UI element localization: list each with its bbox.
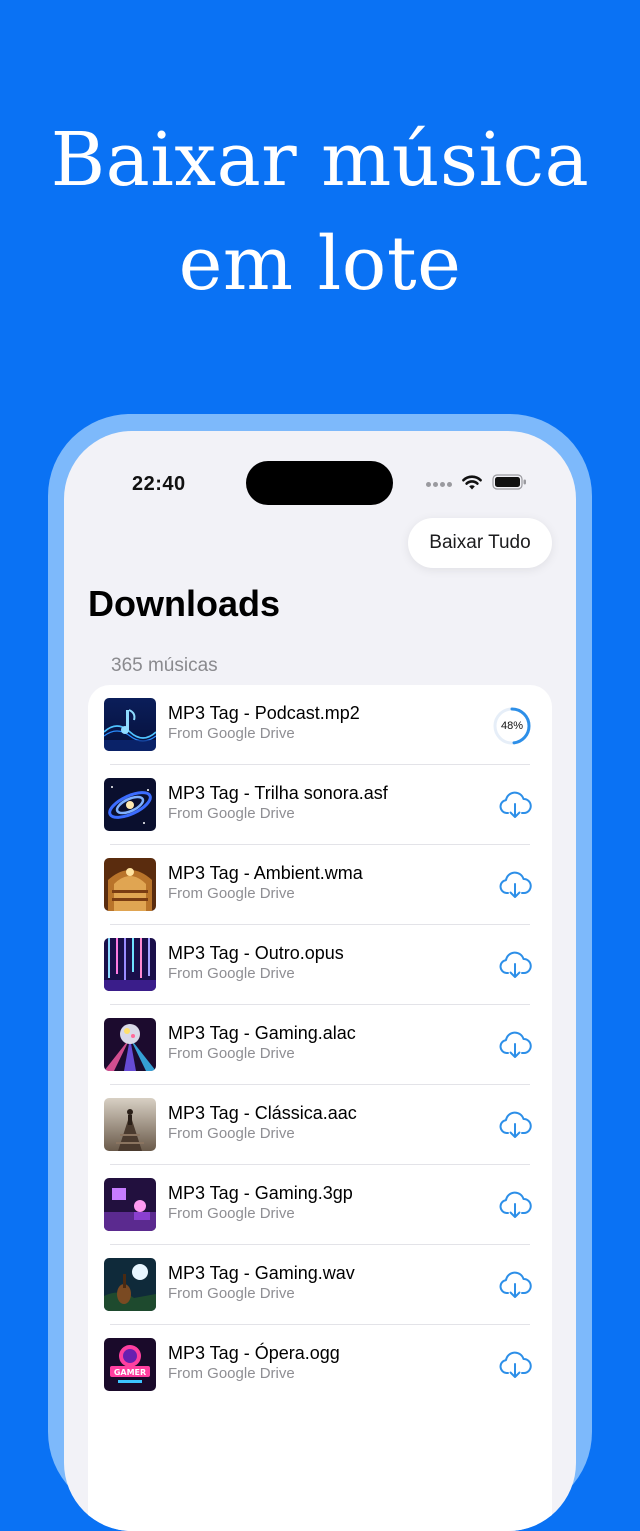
download-source: From Google Drive <box>168 1045 295 1062</box>
download-title: MP3 Tag - Gaming.3gp <box>168 1183 353 1203</box>
download-row[interactable]: MP3 Tag - Gaming.alac From Google Drive <box>88 1005 552 1085</box>
download-all-button[interactable]: Baixar Tudo <box>408 518 552 568</box>
cloud-download-icon[interactable] <box>498 1270 532 1300</box>
phone-frame: 22:40 Baixar Tudo Downloads 365 músicas <box>48 414 592 1531</box>
download-title: MP3 Tag - Trilha sonora.asf <box>168 783 388 803</box>
download-row[interactable]: MP3 Tag - Ambient.wma From Google Drive <box>88 845 552 925</box>
download-source: From Google Drive <box>168 885 295 902</box>
download-row[interactable]: MP3 Tag - Gaming.wav From Google Drive <box>88 1245 552 1325</box>
download-title: MP3 Tag - Ambient.wma <box>168 863 363 883</box>
download-source: From Google Drive <box>168 1205 295 1222</box>
album-thumbnail: GAMER <box>104 1338 156 1391</box>
download-progress-indicator[interactable]: 48% <box>492 703 538 749</box>
music-count-label: 365 músicas <box>111 655 218 676</box>
download-row[interactable]: MP3 Tag - Clássica.aac From Google Drive <box>88 1085 552 1165</box>
cloud-download-icon[interactable] <box>498 1190 532 1220</box>
download-progress-label: 48% <box>500 720 524 732</box>
album-thumbnail <box>104 778 156 831</box>
promo-headline-line-1: Baixar música <box>50 117 590 203</box>
page-title: Downloads <box>88 583 281 624</box>
status-bar-time: 22:40 <box>132 473 186 495</box>
download-row[interactable]: MP3 Tag - Outro.opus From Google Drive <box>88 925 552 1005</box>
download-row[interactable]: MP3 Tag - Podcast.mp2 From Google Drive … <box>88 685 552 765</box>
album-thumbnail <box>104 1098 156 1151</box>
cloud-download-icon[interactable] <box>498 870 532 900</box>
download-source: From Google Drive <box>168 1125 295 1142</box>
downloads-list: MP3 Tag - Podcast.mp2 From Google Drive … <box>88 685 552 1531</box>
promo-headline-line-2: em lote <box>178 221 462 307</box>
download-title: MP3 Tag - Ópera.ogg <box>168 1343 340 1363</box>
wifi-icon <box>462 475 482 490</box>
album-thumbnail <box>104 1258 156 1311</box>
download-source: From Google Drive <box>168 725 295 742</box>
status-bar-icons <box>426 471 536 495</box>
download-row[interactable]: MP3 Tag - Trilha sonora.asf From Google … <box>88 765 552 845</box>
download-title: MP3 Tag - Clássica.aac <box>168 1103 357 1123</box>
download-source: From Google Drive <box>168 965 295 982</box>
download-source: From Google Drive <box>168 805 295 822</box>
phone-screen: 22:40 Baixar Tudo Downloads 365 músicas <box>64 431 576 1531</box>
gamer-logo-text: GAMER <box>114 1368 146 1377</box>
promo-headline: Baixar música em lote <box>0 108 640 316</box>
cloud-download-icon[interactable] <box>498 950 532 980</box>
download-title: MP3 Tag - Gaming.alac <box>168 1023 356 1043</box>
album-thumbnail <box>104 698 156 751</box>
download-source: From Google Drive <box>168 1285 295 1302</box>
download-title: MP3 Tag - Outro.opus <box>168 943 344 963</box>
cloud-download-icon[interactable] <box>498 790 532 820</box>
cloud-download-icon[interactable] <box>498 1110 532 1140</box>
album-thumbnail <box>104 1018 156 1071</box>
download-title: MP3 Tag - Podcast.mp2 <box>168 703 360 723</box>
album-thumbnail <box>104 1178 156 1231</box>
album-thumbnail <box>104 858 156 911</box>
download-row[interactable]: MP3 Tag - Gaming.3gp From Google Drive <box>88 1165 552 1245</box>
download-title: MP3 Tag - Gaming.wav <box>168 1263 355 1283</box>
cloud-download-icon[interactable] <box>498 1350 532 1380</box>
battery-icon <box>492 474 526 490</box>
download-source: From Google Drive <box>168 1365 295 1382</box>
signal-dots-icon <box>426 482 454 488</box>
cloud-download-icon[interactable] <box>498 1030 532 1060</box>
download-row[interactable]: GAMER MP3 Tag - Ópera.ogg From Google Dr… <box>88 1325 552 1405</box>
dynamic-island <box>246 461 393 505</box>
album-thumbnail <box>104 938 156 991</box>
